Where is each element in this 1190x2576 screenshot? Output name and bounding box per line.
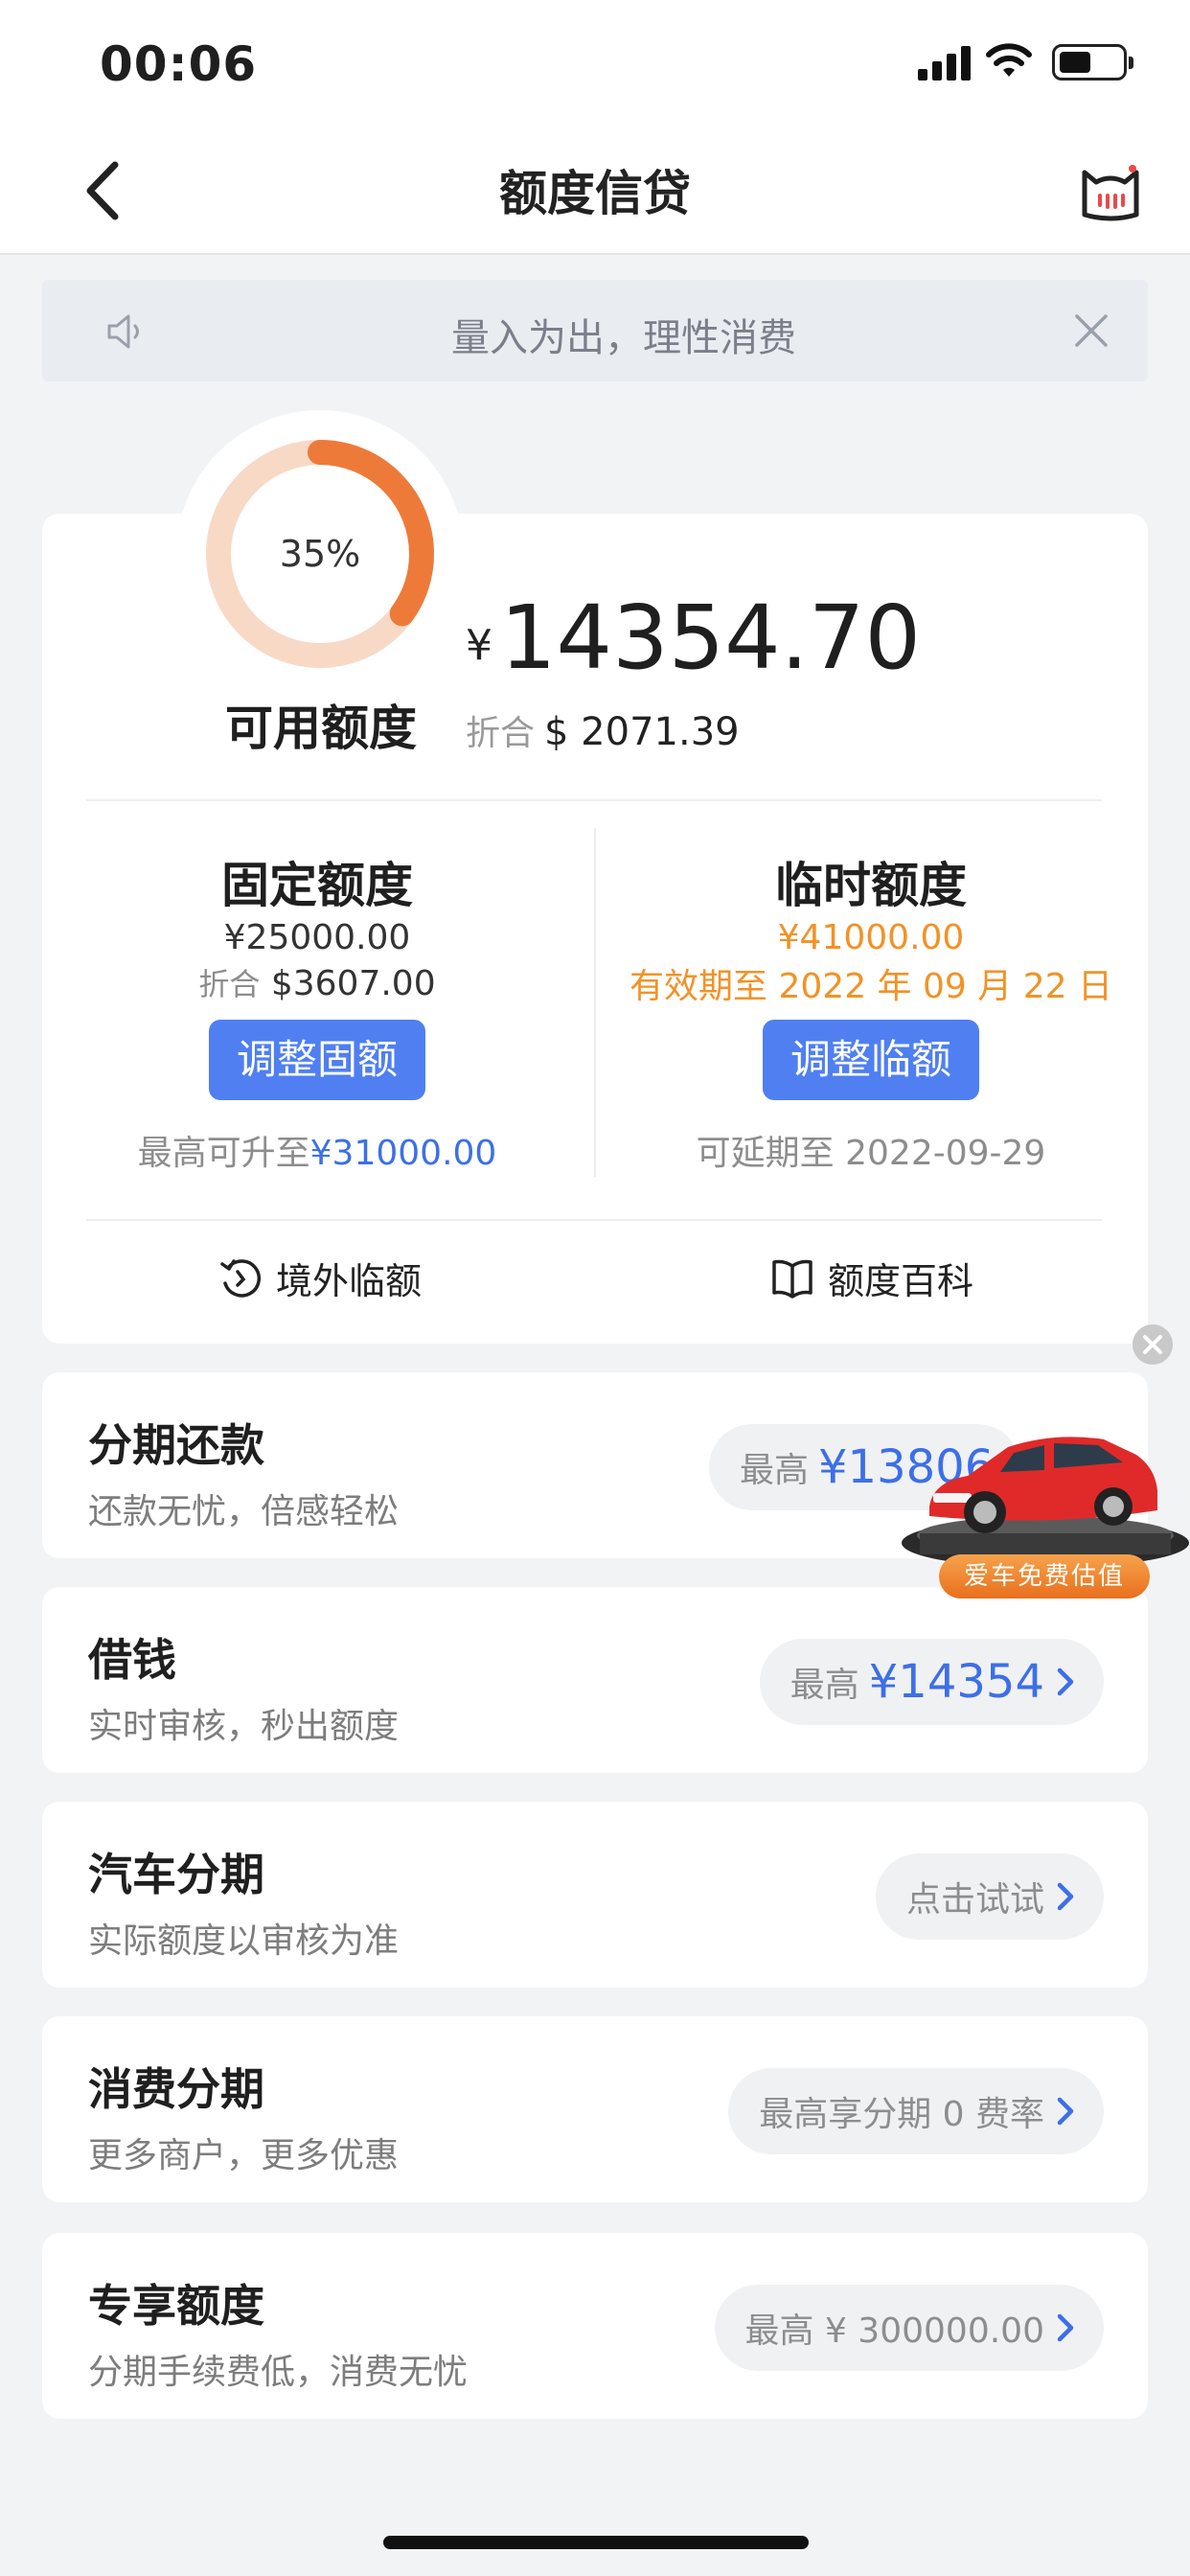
cat-mascot-icon[interactable] [1079, 159, 1142, 222]
list-item-subtitle: 分期手续费低，消费无忧 [88, 2353, 469, 2392]
fixed-max-line: 最高可升至¥31000.00 [42, 1125, 592, 1175]
list-item-exclusive-credit[interactable]: 专享额度 分期手续费低，消费无忧 最高 ¥ 300000.00 [42, 2233, 1148, 2419]
adjust-fixed-button[interactable]: 调整固额 [209, 1020, 425, 1100]
list-item-consumer-installment[interactable]: 消费分期 更多商户，更多优惠 最高享分期 0 费率 [42, 2016, 1148, 2202]
list-item-subtitle: 实时审核，秒出额度 [88, 1707, 400, 1746]
chevron-right-icon [1057, 2313, 1074, 2342]
credit-wiki-link[interactable]: 额度百科 [770, 1252, 973, 1304]
converted-label: 折合 [466, 714, 536, 753]
available-converted: 折合 $ 2071.39 [466, 705, 740, 755]
book-icon [772, 1259, 812, 1299]
temp-credit-title: 临时额度 [775, 858, 967, 913]
list-item-pill[interactable]: 最高 ¥14354 [759, 1639, 1104, 1725]
divider [86, 799, 1102, 801]
list-item-title: 分期还款 [88, 1419, 264, 1471]
pill-prefix: 最高 [790, 1666, 859, 1705]
clock-arrow-icon [220, 1258, 262, 1298]
list-item-subtitle: 更多商户，更多优惠 [88, 2136, 400, 2175]
list-item-pill[interactable]: 最高享分期 0 费率 [728, 2068, 1104, 2154]
nav-bar: 额度信贷 [0, 126, 1190, 255]
battery-icon [1052, 44, 1133, 80]
cellular-signal-icon [918, 46, 972, 80]
wifi-icon [986, 43, 1032, 77]
fixed-credit-converted: 折合 $3607.00 [42, 960, 592, 1004]
status-time: 00:06 [100, 36, 258, 92]
list-item-title: 借钱 [88, 1634, 176, 1686]
list-item-title: 消费分期 [88, 2063, 264, 2115]
fixed-max-prefix: 最高可升至 [137, 1134, 310, 1173]
pill-prefix: 最高 ¥ 300000.00 [744, 2312, 1044, 2351]
overseas-link-label: 境外临额 [276, 1260, 423, 1302]
close-icon[interactable] [1069, 309, 1113, 353]
usage-percent: 35% [279, 533, 361, 575]
overseas-temp-credit-link[interactable]: 境外临额 [218, 1252, 422, 1304]
divider [86, 1219, 1102, 1221]
list-item-pill[interactable]: 最高 ¥ 300000.00 [714, 2285, 1104, 2371]
pill-prefix: 最高 [740, 1451, 810, 1490]
converted-label: 折合 [198, 966, 261, 1002]
status-bar: 00:06 [0, 0, 1190, 126]
list-item-title: 专享额度 [88, 2280, 264, 2332]
ad-close-icon[interactable] [1133, 1324, 1173, 1365]
temp-credit-amount: ¥41000.00 [777, 918, 965, 957]
home-indicator [383, 2536, 809, 2549]
fixed-credit-amount: ¥25000.00 [223, 918, 411, 957]
currency-symbol: ¥ [466, 621, 492, 670]
chevron-right-icon [1057, 1668, 1074, 1696]
fixed-max-amount: ¥31000.00 [309, 1134, 497, 1173]
wiki-link-label: 额度百科 [828, 1260, 974, 1302]
converted-amount: $3607.00 [270, 964, 436, 1003]
list-item-subtitle: 实际额度以审核为准 [88, 1921, 400, 1961]
page-title: 额度信贷 [499, 166, 691, 221]
car-valuation-ad[interactable] [901, 1399, 1190, 1639]
pill-prefix: 点击试试 [905, 1880, 1044, 1920]
notice-text: 量入为出，理性消费 [451, 316, 796, 360]
available-credit-label: 可用额度 [225, 701, 417, 756]
list-item-pill[interactable]: 点击试试 [875, 1853, 1104, 1940]
adjust-temp-button[interactable]: 调整临额 [763, 1020, 979, 1100]
list-item-car-loan[interactable]: 汽车分期 实际额度以审核为准 点击试试 [42, 1802, 1148, 1988]
list-item-subtitle: 还款无忧，倍感轻松 [88, 1492, 400, 1531]
chevron-right-icon [1057, 2097, 1074, 2126]
fixed-credit-title: 固定额度 [221, 858, 413, 913]
temp-credit-validity: 有效期至 2022 年 09 月 22 日 [629, 967, 1112, 1006]
temp-extend-text: 可延期至 2022-09-29 [696, 1134, 1046, 1173]
notice-banner: 量入为出，理性消费 [42, 280, 1148, 381]
chevron-right-icon [1057, 1882, 1074, 1911]
available-credit-amount: 14354.70 [500, 586, 921, 689]
list-item-title: 汽车分期 [88, 1849, 264, 1900]
pill-prefix: 最高享分期 0 费率 [759, 2095, 1044, 2134]
ad-badge[interactable]: 爱车免费估值 [939, 1554, 1150, 1598]
converted-amount: $ 2071.39 [544, 710, 740, 754]
pill-amount: ¥14354 [868, 1655, 1044, 1709]
